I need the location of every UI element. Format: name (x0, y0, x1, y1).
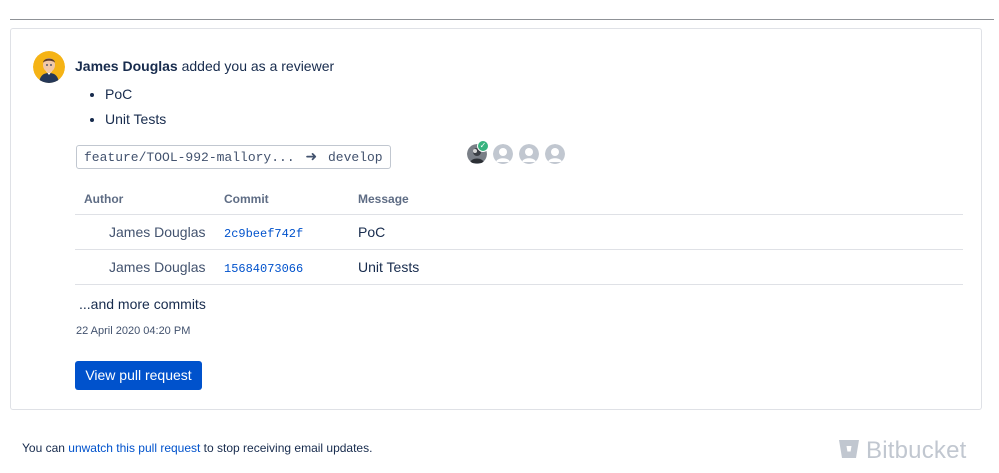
view-pull-request-button[interactable]: View pull request (75, 361, 202, 390)
branch-pill: feature/TOOL-992-mallory... ➜ develop (76, 145, 391, 169)
table-row: James Douglas 2c9beef742f PoC (75, 214, 963, 250)
commits-table: Author Commit Message James Douglas 2c9b… (75, 185, 963, 285)
notification-headline: James Douglas added you as a reviewer (75, 58, 334, 74)
pr-items-list: PoC Unit Tests (75, 83, 166, 133)
bitbucket-brand: Bitbucket (838, 436, 967, 466)
list-item: Unit Tests (105, 108, 166, 133)
actor-avatar-icon[interactable] (33, 51, 65, 83)
more-commits-text: ...and more commits (79, 296, 206, 312)
footer-suffix: to stop receiving email updates. (200, 441, 373, 455)
brand-name: Bitbucket (866, 437, 967, 464)
timestamp: 22 April 2020 04:20 PM (76, 325, 191, 337)
bitbucket-logo-icon (838, 439, 860, 464)
commit-hash-link[interactable]: 2c9beef742f (224, 227, 303, 241)
approved-check-icon: ✓ (477, 140, 489, 152)
footer-text: You can unwatch this pull request to sto… (22, 441, 372, 455)
source-branch: feature/TOOL-992-mallory... (84, 150, 295, 165)
reviewer-avatar-icon[interactable] (519, 144, 539, 164)
notification-action: added you as a reviewer (181, 58, 335, 74)
column-header-message: Message (358, 185, 963, 215)
table-header-row: Author Commit Message (75, 185, 963, 215)
commit-author: James Douglas (75, 214, 224, 250)
table-row: James Douglas 15684073066 Unit Tests (75, 249, 963, 285)
reviewer-avatar-icon[interactable] (493, 144, 513, 164)
target-branch: develop (328, 150, 383, 165)
reviewer-avatar-icon[interactable] (545, 144, 565, 164)
commit-message: Unit Tests (358, 249, 963, 285)
actor-name[interactable]: James Douglas (75, 58, 178, 74)
unwatch-link[interactable]: unwatch this pull request (68, 441, 200, 455)
top-divider (10, 19, 994, 20)
commit-hash-link[interactable]: 15684073066 (224, 262, 303, 276)
column-header-author: Author (75, 185, 224, 215)
footer-prefix: You can (22, 441, 69, 455)
column-header-commit: Commit (224, 185, 358, 215)
notification-card: James Douglas added you as a reviewer Po… (10, 28, 982, 410)
commit-author: James Douglas (75, 249, 224, 285)
commit-message: PoC (358, 214, 963, 250)
list-item: PoC (105, 83, 166, 108)
arrow-right-icon: ➜ (305, 149, 318, 165)
